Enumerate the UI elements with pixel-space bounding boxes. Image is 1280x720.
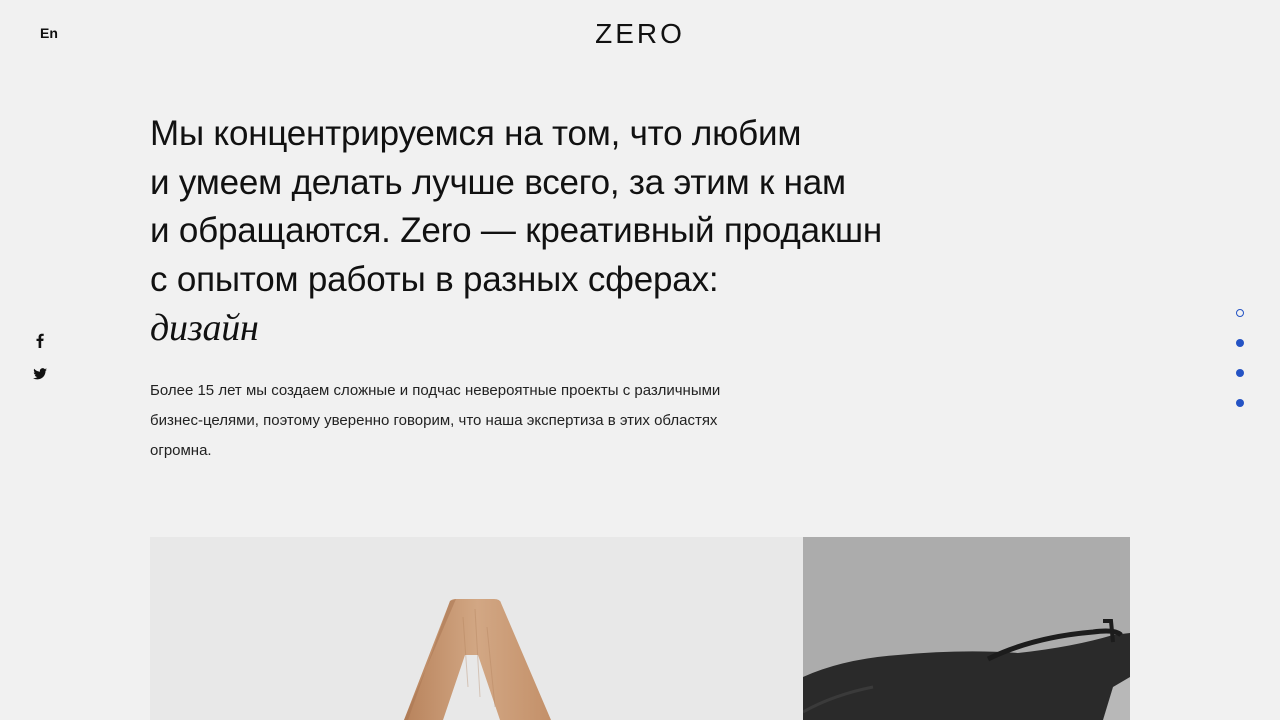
slide-dot-1[interactable] (1236, 309, 1244, 317)
social-links (32, 332, 48, 400)
twitter-icon (33, 368, 47, 380)
headline-line-2: и умеем делать лучше всего, за этим к на… (150, 162, 846, 202)
slide-dot-4[interactable] (1236, 399, 1244, 407)
headline-line-1: Мы концентрируемся на том, что любим (150, 114, 802, 153)
scooter-image (803, 537, 1130, 720)
slide-dots-nav (1234, 309, 1246, 429)
headline-line-4: с опытом работы в разных сферах: (150, 259, 719, 299)
project-tile-scooter[interactable] (803, 537, 1130, 720)
slide-dot-2[interactable] (1236, 339, 1244, 347)
project-gallery (150, 537, 1130, 720)
page: En ZERO Мы концентрируемся на том, что л… (0, 0, 1280, 720)
slide-dot-3[interactable] (1236, 369, 1244, 377)
hero-headline: Мы концентрируемся на том, что любим и у… (150, 110, 970, 352)
intro-paragraph: Более 15 лет мы создаем сложные и подчас… (150, 382, 721, 459)
facebook-icon (36, 333, 44, 348)
project-tile-wooden-letter[interactable] (150, 537, 803, 720)
wooden-letter-image (404, 599, 551, 720)
facebook-link[interactable] (32, 332, 48, 348)
headline-accent-word: дизайн (150, 307, 259, 349)
twitter-link[interactable] (32, 366, 48, 382)
logo[interactable]: ZERO (0, 18, 1280, 50)
headline-line-3: и обращаются. Zero — креативный продакшн (150, 211, 883, 250)
